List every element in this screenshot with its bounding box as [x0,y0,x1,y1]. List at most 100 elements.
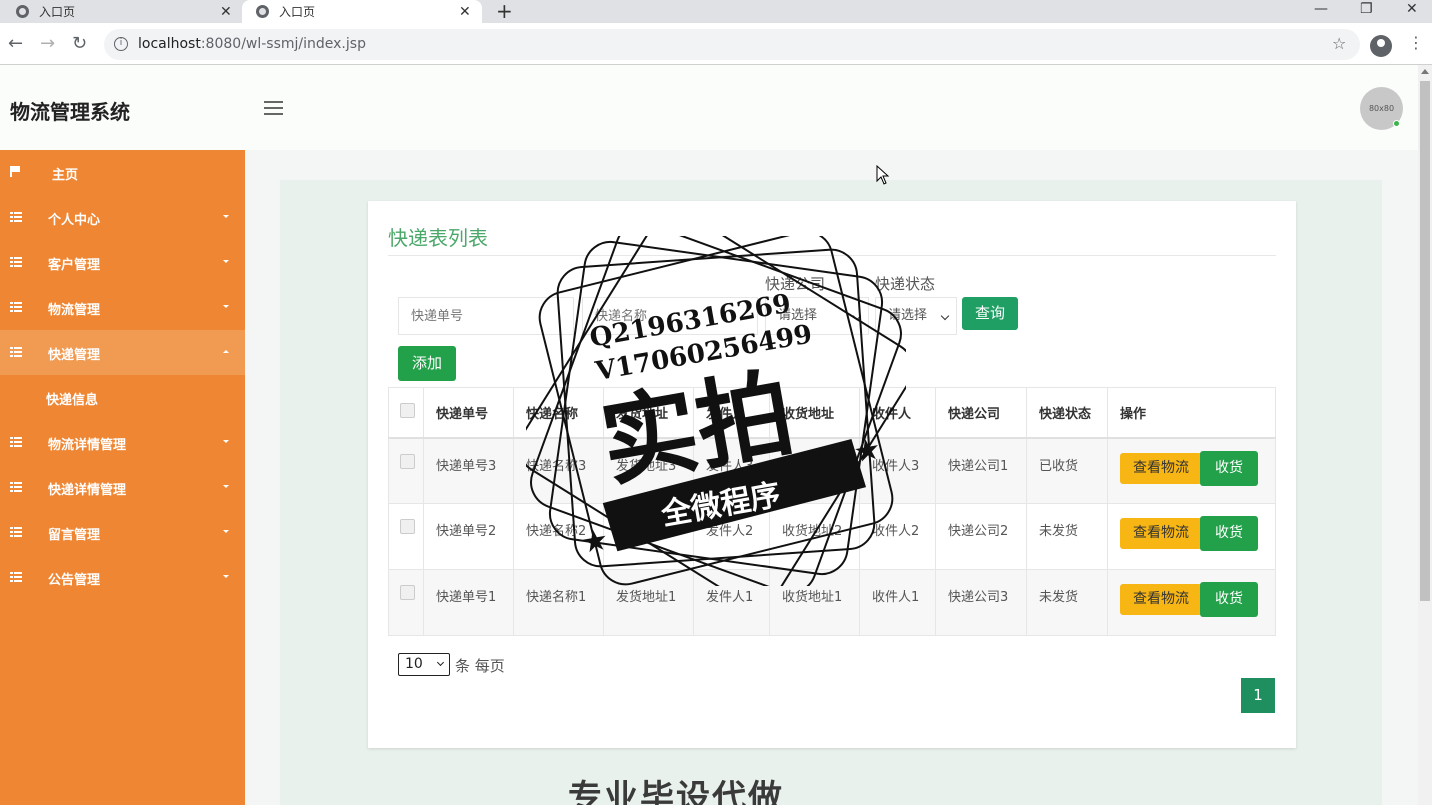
cell-actions: 查看物流 收货 [1107,569,1276,636]
close-icon[interactable]: ✕ [459,4,471,20]
grid-icon [10,347,22,357]
url-field[interactable]: i localhost:8080/wl-ssmj/index.jsp [104,29,1360,60]
col-header[interactable]: 发件人 [693,387,770,439]
cell-tracking: 快递单号1 [423,569,514,636]
sidebar-item-notices[interactable]: 公告管理 [0,555,245,600]
minimize-icon[interactable]: — [1314,0,1328,18]
cell-tracking: 快递单号3 [423,437,514,504]
browser-tab-1[interactable]: 入口页 ✕ [0,0,240,23]
sidebar-item-express-detail[interactable]: 快递详情管理 [0,465,245,510]
col-header[interactable]: 快递公司 [935,387,1027,439]
view-logistics-button[interactable]: 查看物流 [1120,584,1202,615]
grid-icon [10,482,22,492]
receive-button[interactable]: 收货 [1200,450,1258,486]
col-header[interactable]: 快递名称 [513,387,604,439]
reload-icon[interactable]: ↻ [72,33,87,55]
cell-tracking: 快递单号2 [423,503,514,570]
sidebar-item-label: 客户管理 [48,258,101,273]
caret-down-icon [223,215,229,218]
company-select[interactable]: 请选择 [765,297,869,335]
close-window-icon[interactable]: ✕ [1406,0,1418,18]
select-all-cell [388,387,424,439]
sidebar-item-logistics[interactable]: 物流管理 [0,285,245,330]
express-name-input[interactable] [582,297,758,335]
add-button[interactable]: 添加 [398,346,456,381]
app-logo: 物流管理系统 [10,100,130,124]
cell-status: 未发货 [1026,569,1108,636]
view-logistics-button[interactable]: 查看物流 [1120,452,1202,484]
scroll-up-icon[interactable] [1421,69,1429,74]
sidebar: 主页 个人中心 客户管理 物流管理 快递管理 快递信息 物流详情管理 快递详情管… [0,150,245,805]
grid-icon [10,212,22,222]
row-checkbox-cell [388,569,424,636]
cell-receiver: 收件人2 [859,503,936,570]
sidebar-item-personal-center[interactable]: 个人中心 [0,195,245,240]
new-tab-icon[interactable]: + [496,0,513,23]
col-header[interactable]: 发货地址 [603,387,694,439]
table-row: 快递单号1 快递名称1 发货地址1 发件人1 收货地址1 收件人1 快递公司3 … [388,569,1276,636]
col-header[interactable]: 快递单号 [423,387,514,439]
restore-icon[interactable]: ❐ [1360,0,1373,18]
page-size-select[interactable]: 10 [398,653,450,676]
avatar[interactable]: 80x80 [1360,87,1403,130]
globe-icon [16,5,29,18]
mouse-cursor-icon [876,165,890,185]
grid-icon [10,572,22,582]
sidebar-item-home[interactable]: 主页 [0,150,245,195]
cell-from: 发货地址3 [603,437,694,504]
cell-company: 快递公司3 [935,569,1027,636]
info-icon[interactable]: i [114,37,128,51]
cell-actions: 查看物流 收货 [1107,437,1276,504]
select-all-checkbox[interactable] [400,402,415,418]
row-checkbox[interactable] [400,585,415,600]
col-header[interactable]: 收件人 [859,387,936,439]
grid-icon [10,302,22,312]
back-icon[interactable]: ← [8,33,23,55]
hamburger-icon[interactable] [264,101,283,115]
cell-name: 快递名称2 [513,503,604,570]
cell-from: 发货地址2 [603,503,694,570]
receive-button[interactable]: 收货 [1200,582,1258,617]
sidebar-item-label: 个人中心 [48,213,101,228]
sidebar-subitem-express-info[interactable]: 快递信息 [0,375,245,419]
status-select[interactable]: 请选择 [875,297,957,335]
profile-icon[interactable] [1370,35,1392,57]
page-scrollbar[interactable] [1418,65,1432,805]
express-table: 快递单号 快递名称 发货地址 发件人 收货地址 收件人 快递公司 快递状态 操作… [388,387,1276,636]
sidebar-item-customer[interactable]: 客户管理 [0,240,245,285]
chevron-down-icon [940,311,950,321]
scroll-thumb[interactable] [1420,81,1430,601]
grid-icon [10,527,22,537]
cell-company: 快递公司1 [935,437,1027,504]
col-header: 操作 [1107,387,1276,439]
watermark-bottom-text: 专业毕设代做 [568,778,784,805]
col-header[interactable]: 快递状态 [1026,387,1108,439]
col-header[interactable]: 收货地址 [769,387,860,439]
status-label: 快递状态 [875,275,936,293]
tracking-number-input[interactable] [398,297,574,335]
forward-icon[interactable]: → [40,33,55,55]
browser-tab-2[interactable]: 入口页 ✕ [242,0,482,23]
caret-down-icon [223,575,229,578]
cell-sender: 发件人1 [693,569,770,636]
table-header-row: 快递单号 快递名称 发货地址 发件人 收货地址 收件人 快递公司 快递状态 操作 [388,387,1276,439]
sidebar-item-label: 物流详情管理 [48,438,127,453]
sidebar-item-label: 公告管理 [48,573,101,588]
sidebar-item-logistics-detail[interactable]: 物流详情管理 [0,420,245,465]
receive-button[interactable]: 收货 [1200,516,1258,551]
sidebar-item-label: 快递管理 [48,348,101,363]
menu-kebab-icon[interactable]: ⋮ [1408,33,1424,52]
pagination-page-button[interactable]: 1 [1241,678,1275,713]
close-icon[interactable]: ✕ [220,4,232,20]
row-checkbox[interactable] [400,453,415,469]
sidebar-item-express[interactable]: 快递管理 [0,330,245,375]
cell-company: 快递公司2 [935,503,1027,570]
cell-sender: 发件人2 [693,503,770,570]
table-row: 快递单号3 快递名称3 发货地址3 发件人3 收货地址3 收件人3 快递公司1 … [388,437,1276,504]
query-button[interactable]: 查询 [962,297,1018,330]
sidebar-item-messages[interactable]: 留言管理 [0,510,245,555]
view-logistics-button[interactable]: 查看物流 [1120,518,1202,549]
row-checkbox[interactable] [400,519,415,534]
online-status-dot [1393,120,1400,127]
bookmark-star-icon[interactable]: ☆ [1332,34,1346,53]
